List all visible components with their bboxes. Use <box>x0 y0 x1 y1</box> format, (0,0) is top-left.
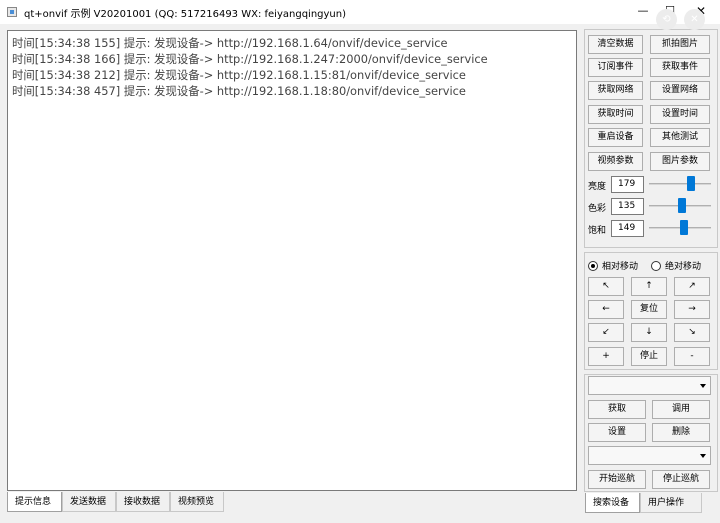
app-icon <box>7 7 17 17</box>
preset-set-button[interactable]: 设置 <box>588 423 646 442</box>
color-slider-thumb[interactable] <box>677 198 686 213</box>
ptz-reset-button[interactable]: 复位 <box>631 300 667 319</box>
log-line: 时间[15:34:38 166] 提示: 发现设备-> http://192.1… <box>12 52 488 66</box>
relative-move-label: 相对移动 <box>602 262 639 272</box>
set-network-button[interactable]: 设置网络 <box>650 81 710 100</box>
get-event-button[interactable]: 获取事件 <box>650 58 710 77</box>
ptz-down-button[interactable]: ↓ <box>631 323 667 342</box>
preset-select[interactable] <box>588 376 711 395</box>
ptz-stop-button[interactable]: 停止 <box>631 347 667 366</box>
tab-receive-data[interactable]: 接收数据 <box>116 492 170 512</box>
tour-select[interactable] <box>588 446 711 465</box>
saturation-label: 饱和 <box>588 226 607 236</box>
ptz-up-right-button[interactable]: ↗ <box>674 277 710 296</box>
stop-tour-button[interactable]: 停止巡航 <box>652 470 710 489</box>
log-text-area[interactable]: 时间[15:34:38 155] 提示: 发现设备-> http://192.1… <box>7 30 577 491</box>
ptz-left-button[interactable]: ← <box>588 300 624 319</box>
tab-user-operation[interactable]: 用户操作 <box>640 493 702 513</box>
relative-move-radio[interactable]: 相对移动 <box>588 259 638 272</box>
tab-info[interactable]: 提示信息 <box>7 492 62 512</box>
absolute-move-radio[interactable]: 绝对移动 <box>651 259 701 272</box>
ptz-down-right-button[interactable]: ↘ <box>674 323 710 342</box>
zoom-in-button[interactable]: + <box>588 347 624 366</box>
brightness-value[interactable]: 179 <box>611 176 644 193</box>
preset-get-button[interactable]: 获取 <box>588 400 646 419</box>
ptz-up-left-button[interactable]: ↖ <box>588 277 624 296</box>
radio-unchecked-icon <box>651 260 661 271</box>
brightness-slider-track[interactable] <box>649 183 711 185</box>
absolute-move-label: 绝对移动 <box>665 262 702 272</box>
log-line: 时间[15:34:38 212] 提示: 发现设备-> http://192.1… <box>12 68 466 82</box>
tab-search-device[interactable]: 搜索设备 <box>585 493 640 513</box>
log-line: 时间[15:34:38 155] 提示: 发现设备-> http://192.1… <box>12 36 448 50</box>
color-value[interactable]: 135 <box>611 198 644 215</box>
color-label: 色彩 <box>588 204 607 214</box>
video-params-button[interactable]: 视频参数 <box>588 152 643 171</box>
ptz-down-left-button[interactable]: ↙ <box>588 323 624 342</box>
title-bar: qt+onvif 示例 V20201001 (QQ: 517216493 WX:… <box>0 0 720 24</box>
clear-data-button[interactable]: 清空数据 <box>588 35 643 54</box>
preset-call-button[interactable]: 调用 <box>652 400 710 419</box>
capture-image-button[interactable]: 抓拍图片 <box>650 35 710 54</box>
ptz-up-button[interactable]: ↑ <box>631 277 667 296</box>
log-line: 时间[15:34:38 457] 提示: 发现设备-> http://192.1… <box>12 84 466 98</box>
get-network-button[interactable]: 获取网络 <box>588 81 643 100</box>
brightness-slider-thumb[interactable] <box>686 176 695 191</box>
start-tour-button[interactable]: 开始巡航 <box>588 470 646 489</box>
preset-delete-button[interactable]: 删除 <box>652 423 710 442</box>
saturation-value[interactable]: 149 <box>611 220 644 237</box>
refresh-icon[interactable]: ⟲ <box>656 9 677 30</box>
reboot-device-button[interactable]: 重启设备 <box>588 128 643 147</box>
window-title: qt+onvif 示例 V20201001 (QQ: 517216493 WX:… <box>24 9 347 20</box>
minimize-button[interactable]: — <box>630 2 656 20</box>
tab-video-preview[interactable]: 视频预览 <box>170 492 224 512</box>
tab-send-data[interactable]: 发送数据 <box>62 492 116 512</box>
other-test-button[interactable]: 其他测试 <box>650 128 710 147</box>
radio-checked-icon <box>588 260 598 271</box>
set-time-button[interactable]: 设置时间 <box>650 105 710 124</box>
image-params-button[interactable]: 图片参数 <box>650 152 710 171</box>
saturation-slider-thumb[interactable] <box>680 220 689 235</box>
subscribe-event-button[interactable]: 订阅事件 <box>588 58 643 77</box>
zoom-out-button[interactable]: - <box>674 347 710 366</box>
get-time-button[interactable]: 获取时间 <box>588 105 643 124</box>
ptz-right-button[interactable]: → <box>674 300 710 319</box>
chevron-down-icon <box>700 454 706 458</box>
close-icon[interactable]: ✕ <box>684 9 705 30</box>
brightness-label: 亮度 <box>588 182 607 192</box>
chevron-down-icon <box>700 384 706 388</box>
